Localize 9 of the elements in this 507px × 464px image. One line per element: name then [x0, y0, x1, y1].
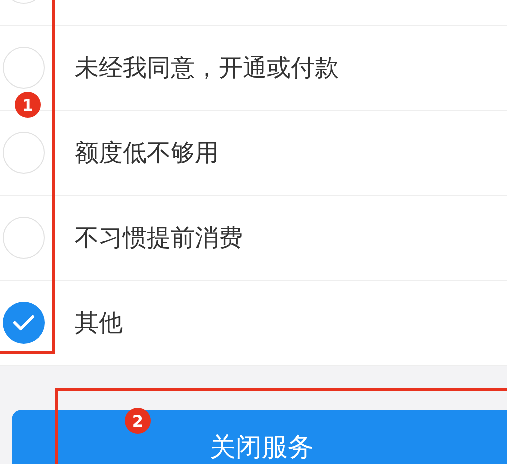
- option-label: 其他: [75, 308, 123, 339]
- option-label: 不习惯提前消费: [75, 223, 243, 254]
- radio-button[interactable]: [3, 217, 45, 259]
- option-label: 额度低不够用: [75, 138, 219, 169]
- option-label: 未经我同意，开通或付款: [75, 53, 339, 84]
- check-icon: [13, 315, 35, 331]
- radio-button[interactable]: [3, 47, 45, 89]
- radio-button[interactable]: [3, 132, 45, 174]
- radio-button[interactable]: [3, 302, 45, 344]
